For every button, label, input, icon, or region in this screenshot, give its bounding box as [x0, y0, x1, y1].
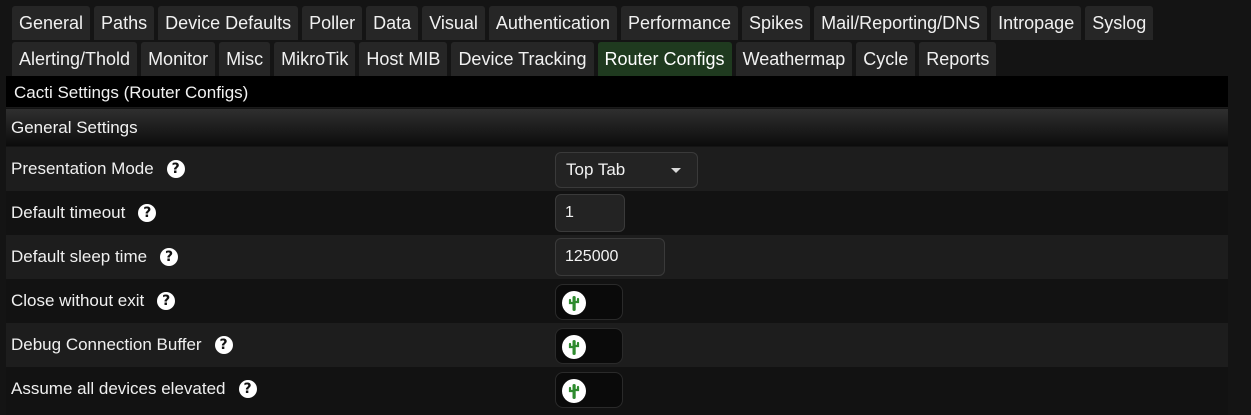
setting-label: Debug Connection Buffer [11, 335, 202, 354]
setting-label: Assume all devices elevated [11, 379, 226, 398]
cactus-icon [562, 335, 586, 359]
tab-data[interactable]: Data [366, 6, 419, 40]
cactus-icon [562, 291, 586, 315]
setting-label: Default timeout [11, 203, 126, 222]
tab-mikrotik[interactable]: MikroTik [274, 42, 356, 76]
tab-row-2: Alerting/Thold Monitor Misc MikroTik Hos… [12, 42, 997, 76]
tab-device-defaults[interactable]: Device Defaults [158, 6, 299, 40]
help-icon[interactable]: ? [160, 248, 179, 266]
cactus-icon [562, 379, 586, 403]
tab-spikes[interactable]: Spikes [742, 6, 811, 40]
tab-paths[interactable]: Paths [94, 6, 155, 40]
setting-row-close-without-exit: Close without exit ? [6, 279, 1228, 323]
tab-visual[interactable]: Visual [422, 6, 485, 40]
page-title: Cacti Settings (Router Configs) [6, 76, 1228, 108]
tab-reports[interactable]: Reports [919, 42, 997, 76]
help-icon[interactable]: ? [157, 292, 176, 310]
default-timeout-input[interactable] [555, 194, 625, 232]
tab-mail-reporting-dns[interactable]: Mail/Reporting/DNS [814, 6, 988, 40]
right-margin [1228, 76, 1251, 415]
close-without-exit-toggle[interactable] [555, 284, 623, 320]
tab-cycle[interactable]: Cycle [856, 42, 916, 76]
setting-label: Close without exit [11, 291, 145, 310]
setting-row-assume-all-devices-elevated: Assume all devices elevated ? [6, 367, 1228, 415]
assume-all-devices-elevated-toggle[interactable] [555, 372, 623, 408]
presentation-mode-select[interactable]: Top Tab [555, 152, 698, 188]
tab-general[interactable]: General [12, 6, 91, 40]
default-sleep-time-input[interactable] [555, 238, 665, 276]
tab-weathermap[interactable]: Weathermap [735, 42, 853, 76]
tab-intropage[interactable]: Intropage [991, 6, 1082, 40]
help-icon[interactable]: ? [238, 380, 257, 398]
debug-connection-buffer-toggle[interactable] [555, 328, 623, 364]
setting-row-default-timeout: Default timeout ? [6, 191, 1228, 235]
tab-alerting-thold[interactable]: Alerting/Thold [12, 42, 138, 76]
tab-syslog[interactable]: Syslog [1085, 6, 1154, 40]
tab-monitor[interactable]: Monitor [141, 42, 216, 76]
tab-misc[interactable]: Misc [219, 42, 271, 76]
tab-row-1: General Paths Device Defaults Poller Dat… [12, 6, 1154, 40]
section-header: General Settings [6, 109, 1228, 146]
tab-device-tracking[interactable]: Device Tracking [451, 42, 594, 76]
tab-performance[interactable]: Performance [621, 6, 739, 40]
help-icon[interactable]: ? [214, 336, 233, 354]
tab-host-mib[interactable]: Host MIB [359, 42, 448, 76]
setting-row-presentation-mode: Presentation Mode ? Top Tab [6, 147, 1228, 191]
chevron-down-icon [671, 168, 681, 173]
tab-poller[interactable]: Poller [302, 6, 363, 40]
help-icon[interactable]: ? [138, 204, 157, 222]
tab-authentication[interactable]: Authentication [488, 6, 617, 40]
setting-label: Presentation Mode [11, 159, 154, 178]
settings-tabs: General Paths Device Defaults Poller Dat… [0, 0, 1251, 76]
setting-row-default-sleep-time: Default sleep time ? [6, 235, 1228, 279]
setting-label: Default sleep time [11, 247, 148, 266]
help-icon[interactable]: ? [166, 160, 185, 178]
tab-router-configs[interactable]: Router Configs [597, 42, 732, 76]
select-value: Top Tab [566, 160, 626, 179]
setting-row-debug-connection-buffer: Debug Connection Buffer ? [6, 323, 1228, 367]
